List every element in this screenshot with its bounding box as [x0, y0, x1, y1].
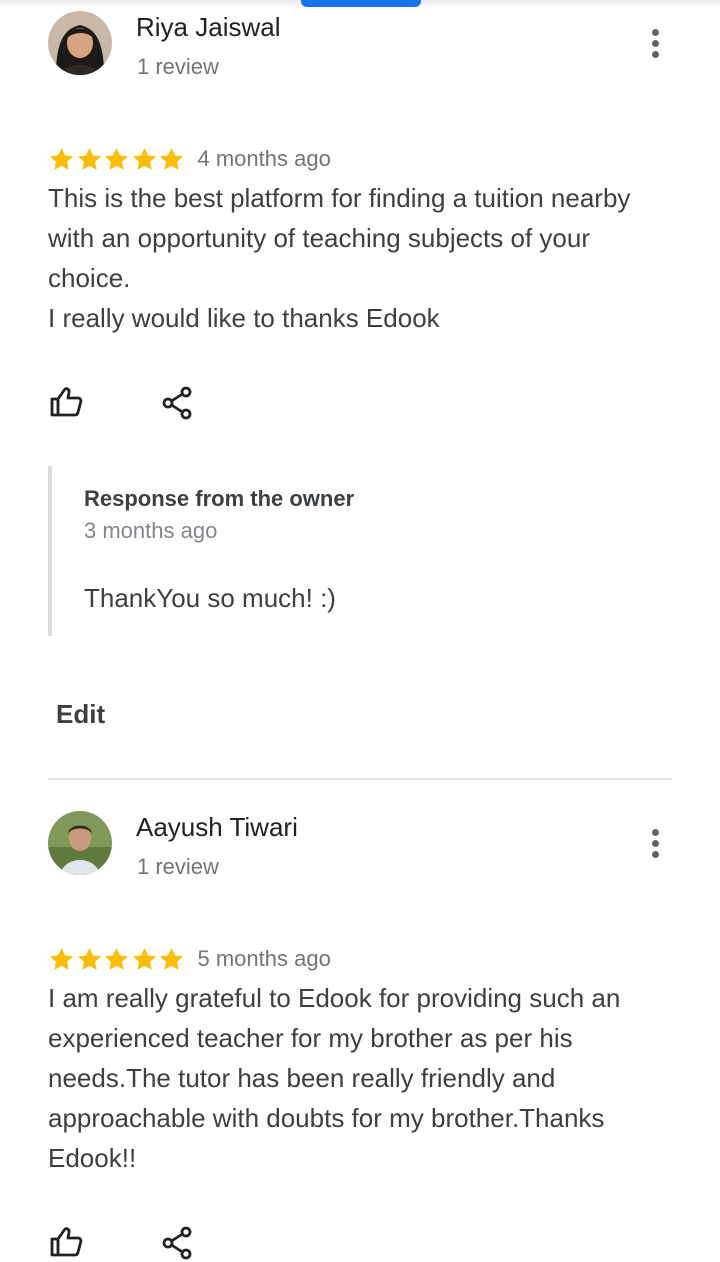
reviewer-name[interactable]: Aayush Tiwari — [136, 812, 298, 843]
review-time: 4 months ago — [197, 146, 331, 171]
more-vertical-icon[interactable] — [644, 25, 668, 61]
share-icon[interactable] — [160, 1225, 196, 1261]
review-count: 1 review — [137, 54, 219, 79]
star-icon — [77, 147, 101, 170]
share-icon[interactable] — [160, 385, 196, 421]
review-count: 1 review — [137, 854, 219, 879]
more-vertical-icon[interactable] — [644, 825, 668, 861]
star-icon — [49, 947, 74, 970]
star-icon — [159, 947, 184, 970]
owner-response-time: 3 months ago — [84, 518, 218, 543]
owner-response-title: Response from the owner — [84, 486, 355, 511]
star-rating — [48, 146, 186, 173]
star-icon — [77, 947, 101, 970]
star-icon — [104, 147, 129, 170]
owner-response-text: ThankYou so much! :) — [84, 583, 336, 613]
thumb-up-outline-icon[interactable] — [48, 384, 84, 420]
star-rating — [48, 946, 186, 973]
star-icon — [159, 147, 184, 170]
star-icon — [132, 147, 156, 170]
star-icon — [132, 947, 156, 970]
rating-row: 4 months ago — [48, 144, 331, 174]
avatar[interactable] — [48, 11, 112, 75]
rating-row: 5 months ago — [48, 944, 331, 974]
review-text: This is the best platform for finding a … — [48, 183, 631, 333]
review-text: I am really grateful to Edook for provid… — [48, 983, 621, 1173]
reviewer-name[interactable]: Riya Jaiswal — [136, 12, 281, 43]
edit-button[interactable]: Edit — [56, 699, 105, 730]
star-icon — [49, 147, 74, 170]
review-time: 5 months ago — [197, 946, 331, 971]
star-icon — [104, 947, 129, 970]
drag-handle-tab[interactable] — [301, 0, 421, 7]
thumb-up-outline-icon[interactable] — [48, 1224, 84, 1260]
avatar[interactable] — [48, 811, 112, 875]
owner-response: Response from the owner 3 months ago Tha… — [48, 466, 672, 636]
review-divider — [48, 778, 672, 780]
